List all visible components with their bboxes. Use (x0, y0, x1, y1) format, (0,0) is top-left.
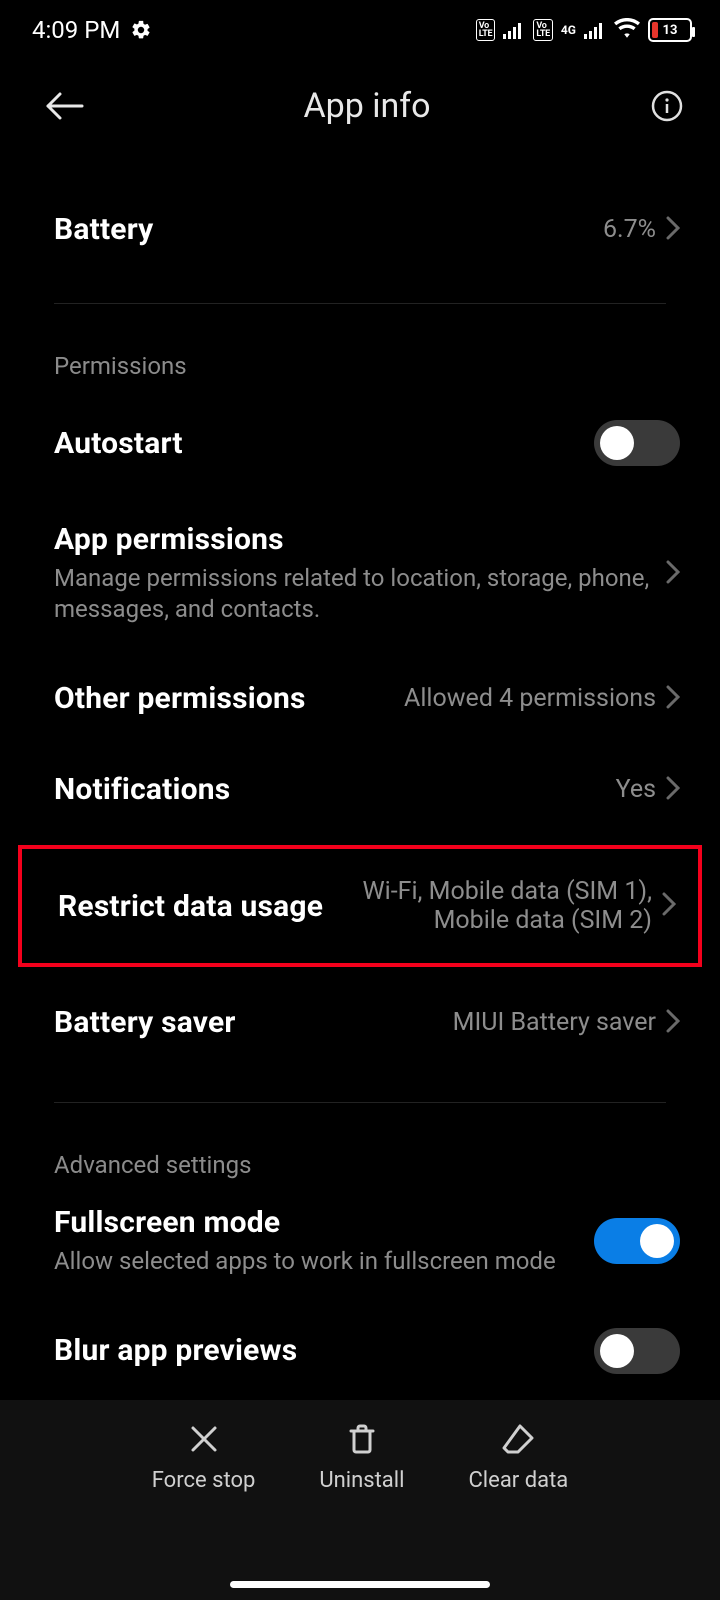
row-autostart[interactable]: Autostart (0, 392, 720, 494)
section-permissions-header: Permissions (0, 304, 720, 392)
autostart-toggle[interactable] (594, 420, 680, 466)
force-stop-button[interactable]: Force stop (152, 1422, 256, 1493)
chevron-right-icon (666, 685, 680, 713)
volte-badge-2: VoLTE (533, 19, 553, 41)
trash-icon (345, 1422, 379, 1460)
chevron-right-icon (666, 776, 680, 804)
clear-data-label: Clear data (468, 1468, 568, 1493)
wifi-icon (614, 16, 640, 44)
row-blur-previews[interactable]: Blur app previews (0, 1306, 720, 1396)
signal-bars-1-icon (503, 21, 525, 39)
info-button[interactable] (650, 89, 684, 123)
row-other-permissions[interactable]: Other permissions Allowed 4 permissions (0, 653, 720, 744)
row-battery-saver[interactable]: Battery saver MIUI Battery saver (0, 977, 720, 1068)
battery-title: Battery (54, 212, 585, 247)
uninstall-label: Uninstall (319, 1468, 404, 1493)
battery-saver-value: MIUI Battery saver (453, 1008, 656, 1037)
fullscreen-toggle[interactable] (594, 1218, 680, 1264)
app-permissions-title: App permissions (54, 522, 656, 557)
force-stop-label: Force stop (152, 1468, 256, 1493)
other-permissions-value: Allowed 4 permissions (404, 684, 656, 713)
row-fullscreen-mode[interactable]: Fullscreen mode Allow selected apps to w… (0, 1191, 720, 1305)
net-4g-label: 4G (561, 25, 576, 35)
uninstall-button[interactable]: Uninstall (319, 1422, 404, 1493)
blur-title: Blur app previews (54, 1333, 580, 1368)
battery-saver-title: Battery saver (54, 1005, 435, 1040)
row-battery[interactable]: Battery 6.7% (0, 156, 720, 303)
app-permissions-subtitle: Manage permissions related to location, … (54, 563, 656, 625)
other-permissions-title: Other permissions (54, 681, 386, 716)
fullscreen-subtitle: Allow selected apps to work in fullscree… (54, 1246, 580, 1277)
battery-icon: 13 (648, 18, 692, 42)
restrict-title: Restrict data usage (58, 889, 334, 924)
restrict-value: Wi-Fi, Mobile data (SIM 1), Mobile data … (352, 877, 652, 935)
settings-list: Battery 6.7% Permissions Autostart App p… (0, 156, 720, 1396)
row-app-permissions[interactable]: App permissions Manage permissions relat… (0, 494, 720, 653)
page-title: App info (303, 86, 430, 126)
signal-bars-2-icon (584, 21, 606, 39)
bottom-action-bar: Force stop Uninstall Clear data (0, 1400, 720, 1600)
status-time: 4:09 PM (32, 16, 120, 44)
notifications-title: Notifications (54, 772, 598, 807)
eraser-icon (500, 1422, 536, 1460)
status-bar: 4:09 PM VoLTE VoLTE 4G 13 (0, 0, 720, 60)
fullscreen-title: Fullscreen mode (54, 1205, 580, 1240)
settings-sync-icon (130, 19, 152, 41)
row-notifications[interactable]: Notifications Yes (0, 744, 720, 835)
row-restrict-data-usage[interactable]: Restrict data usage Wi-Fi, Mobile data (… (18, 845, 702, 967)
battery-value: 6.7% (603, 215, 656, 244)
volte-badge-1: VoLTE (476, 19, 496, 41)
home-indicator[interactable] (230, 1581, 490, 1588)
chevron-right-icon (666, 1009, 680, 1037)
chevron-right-icon (662, 892, 676, 920)
battery-pct: 13 (650, 23, 690, 38)
clear-data-button[interactable]: Clear data (468, 1422, 568, 1493)
close-icon (187, 1422, 221, 1460)
back-button[interactable] (44, 91, 84, 121)
app-header: App info (0, 60, 720, 156)
notifications-value: Yes (616, 775, 656, 804)
section-advanced-header: Advanced settings (0, 1103, 720, 1191)
chevron-right-icon (666, 216, 680, 244)
blur-toggle[interactable] (594, 1328, 680, 1374)
chevron-right-icon (666, 560, 680, 588)
autostart-title: Autostart (54, 426, 580, 461)
